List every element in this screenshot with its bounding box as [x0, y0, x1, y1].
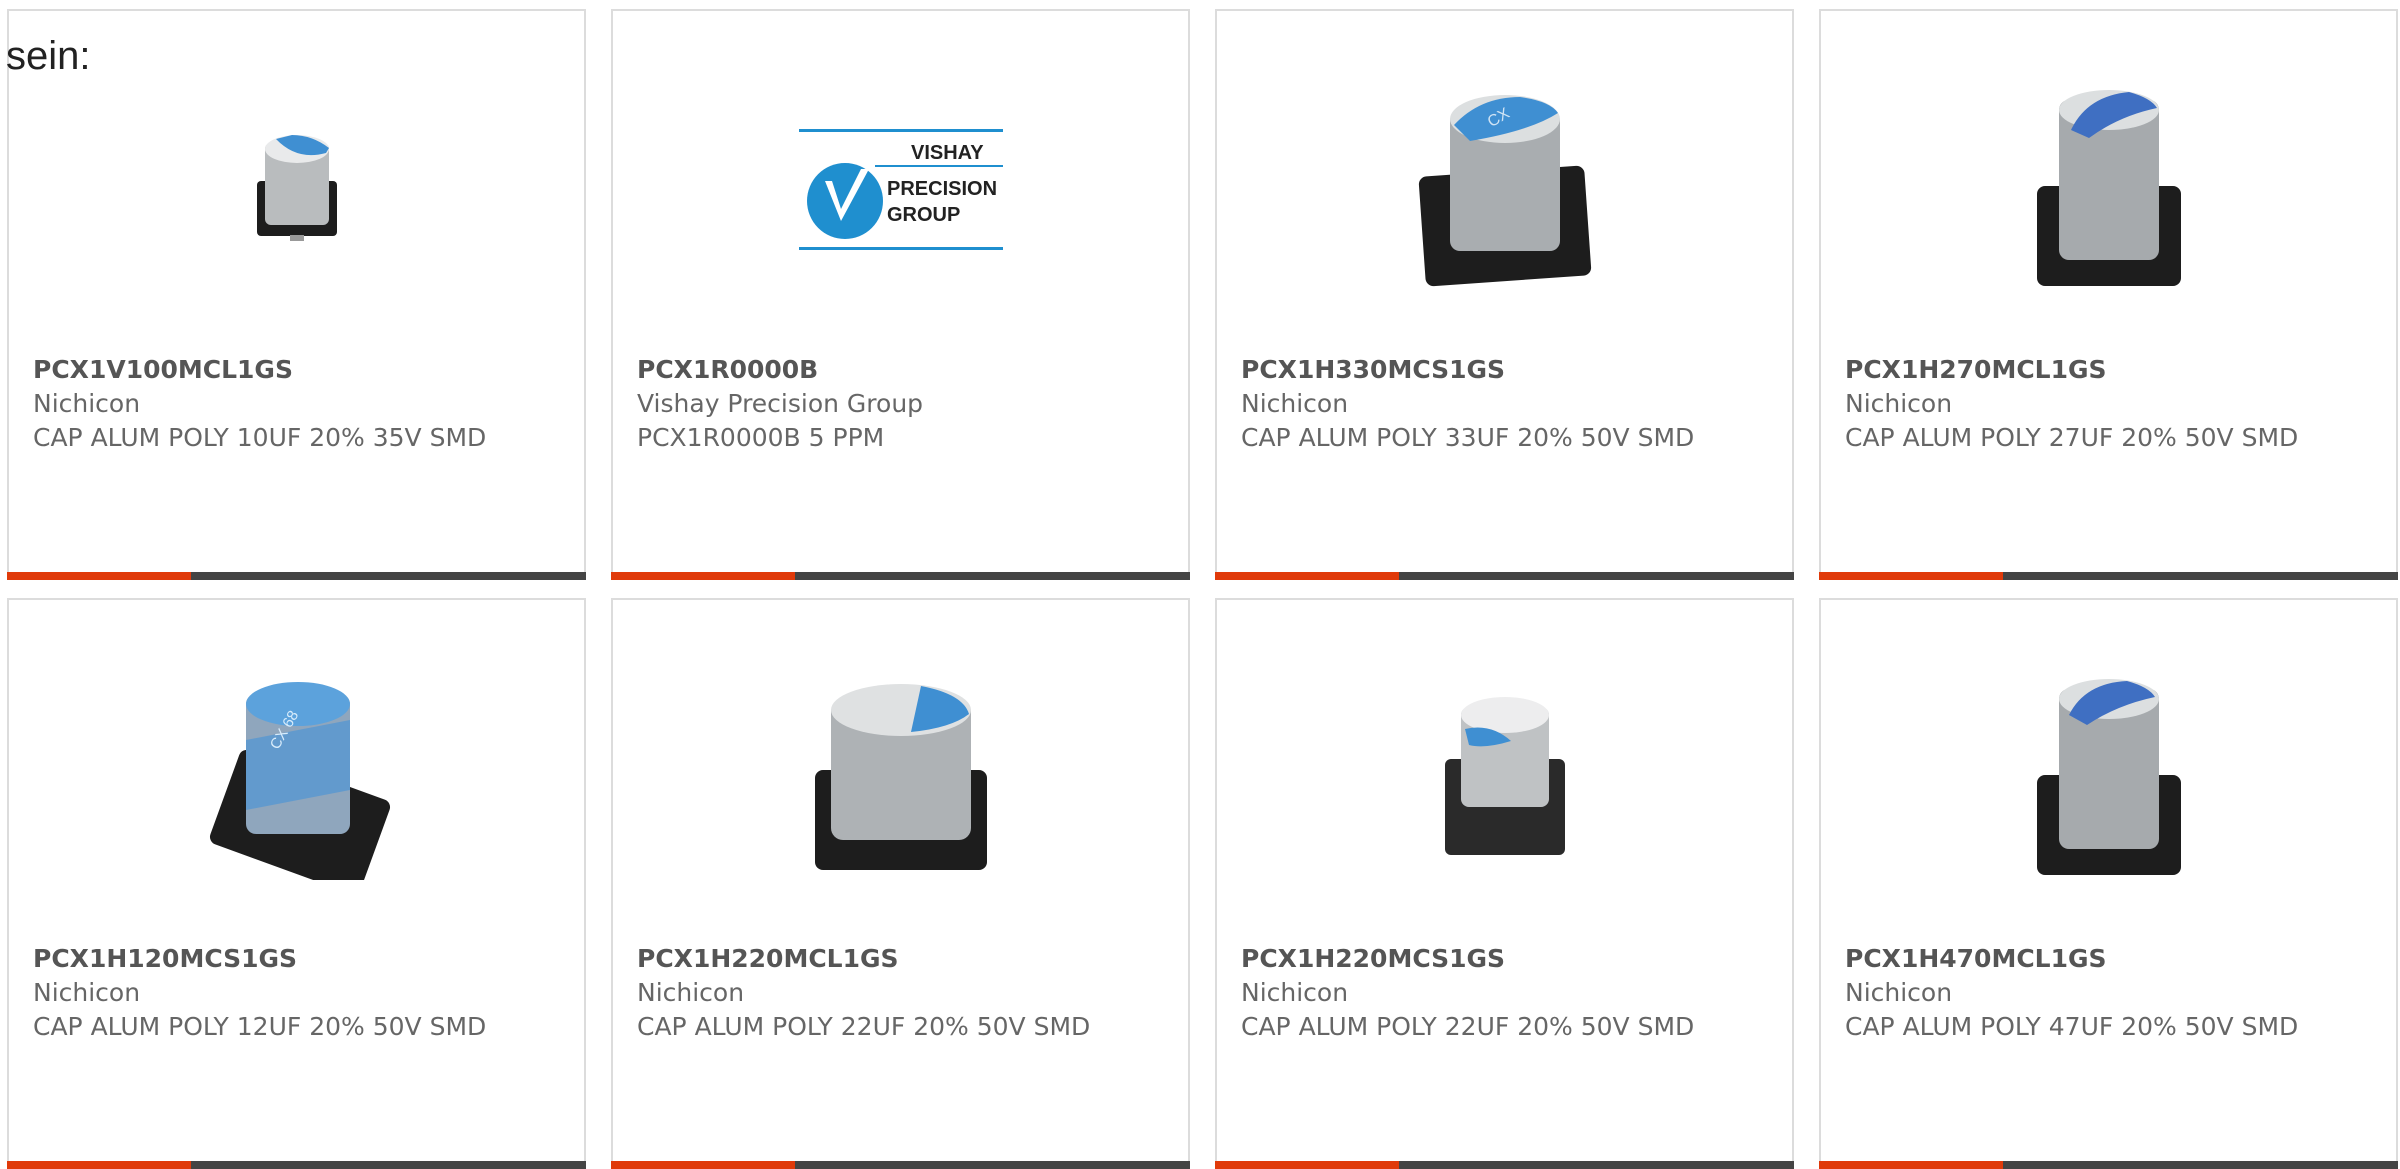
capacitor-tall-icon: [2036, 90, 2181, 286]
product-card[interactable]: VISHAY PRECISION GROUP PCX1R0000B Vishay…: [611, 9, 1190, 580]
description: PCX1R0000B 5 PPM: [637, 423, 885, 452]
part-number[interactable]: PCX1V100MCL1GS: [33, 353, 560, 387]
card-info: PCX1H120MCS1GS Nichicon CAP ALUM POLY 12…: [33, 942, 560, 1044]
manufacturer: Vishay Precision Group: [637, 389, 924, 418]
product-card[interactable]: PCX1V100MCL1GS Nichicon CAP ALUM POLY 10…: [7, 9, 586, 580]
product-card[interactable]: PCX1H220MCS1GS Nichicon CAP ALUM POLY 22…: [1215, 598, 1794, 1169]
card-info: PCX1H220MCL1GS Nichicon CAP ALUM POLY 22…: [637, 942, 1164, 1044]
product-card[interactable]: PCX1H220MCL1GS Nichicon CAP ALUM POLY 22…: [611, 598, 1190, 1169]
card-bar: [1215, 572, 1794, 580]
capacitor-small-icon: [1444, 697, 1565, 855]
description: CAP ALUM POLY 33UF 20% 50V SMD: [1241, 423, 1695, 452]
part-number[interactable]: PCX1H470MCL1GS: [1845, 942, 2372, 976]
part-number[interactable]: PCX1R0000B: [637, 353, 1164, 387]
lead-text: sein:: [6, 34, 91, 78]
product-card[interactable]: PCX1H270MCL1GS Nichicon CAP ALUM POLY 27…: [1819, 9, 2398, 580]
card-info: PCX1V100MCL1GS Nichicon CAP ALUM POLY 10…: [33, 353, 560, 455]
capacitor-blue-icon: CX 68: [209, 682, 390, 880]
part-number[interactable]: PCX1H220MCS1GS: [1241, 942, 1768, 976]
logo-line2: PRECISION: [887, 178, 997, 200]
capacitor-cx-icon: CX: [1418, 95, 1591, 287]
card-bar: [7, 572, 586, 580]
description: CAP ALUM POLY 12UF 20% 50V SMD: [33, 1012, 487, 1041]
part-number[interactable]: PCX1H220MCL1GS: [637, 942, 1164, 976]
card-bar: [611, 1161, 1190, 1169]
manufacturer: Nichicon: [33, 389, 141, 418]
manufacturer: Nichicon: [1845, 978, 1953, 1007]
card-bar: [1819, 572, 2398, 580]
card-bar: [7, 1161, 586, 1169]
logo-line3: GROUP: [887, 204, 960, 226]
card-info: PCX1H470MCL1GS Nichicon CAP ALUM POLY 47…: [1845, 942, 2372, 1044]
product-card[interactable]: CX 68 PCX1H120MCS1GS Nichicon CAP ALUM P…: [7, 598, 586, 1169]
card-bar: [1819, 1161, 2398, 1169]
description: CAP ALUM POLY 47UF 20% 50V SMD: [1845, 1012, 2299, 1041]
manufacturer: Nichicon: [1845, 389, 1953, 418]
part-number[interactable]: PCX1H120MCS1GS: [33, 942, 560, 976]
description: CAP ALUM POLY 10UF 20% 35V SMD: [33, 423, 487, 452]
description: CAP ALUM POLY 22UF 20% 50V SMD: [1241, 1012, 1695, 1041]
product-grid: PCX1V100MCL1GS Nichicon CAP ALUM POLY 10…: [7, 9, 2398, 1169]
manufacturer: Nichicon: [1241, 389, 1349, 418]
manufacturer: Nichicon: [33, 978, 141, 1007]
manufacturer: Nichicon: [1241, 978, 1349, 1007]
description: CAP ALUM POLY 22UF 20% 50V SMD: [637, 1012, 1091, 1041]
card-info: PCX1H220MCS1GS Nichicon CAP ALUM POLY 22…: [1241, 942, 1768, 1044]
product-card[interactable]: CX PCX1H330MCS1GS Nichicon CAP ALUM POLY…: [1215, 9, 1794, 580]
product-card[interactable]: PCX1H470MCL1GS Nichicon CAP ALUM POLY 47…: [1819, 598, 2398, 1169]
card-info: PCX1H330MCS1GS Nichicon CAP ALUM POLY 33…: [1241, 353, 1768, 455]
card-info: PCX1H270MCL1GS Nichicon CAP ALUM POLY 27…: [1845, 353, 2372, 455]
capacitor-small-icon: [256, 135, 337, 241]
part-number[interactable]: PCX1H330MCS1GS: [1241, 353, 1768, 387]
card-bar: [611, 572, 1190, 580]
vishay-logo: VISHAY PRECISION GROUP: [798, 129, 1003, 250]
part-number[interactable]: PCX1H270MCL1GS: [1845, 353, 2372, 387]
card-info: PCX1R0000B Vishay Precision Group PCX1R0…: [637, 353, 1164, 455]
description: CAP ALUM POLY 27UF 20% 50V SMD: [1845, 423, 2299, 452]
card-bar: [1215, 1161, 1794, 1169]
capacitor-tall-icon: [2036, 679, 2181, 875]
logo-line1: VISHAY: [911, 142, 984, 164]
manufacturer: Nichicon: [637, 978, 745, 1007]
capacitor-wide-icon: [814, 684, 987, 870]
